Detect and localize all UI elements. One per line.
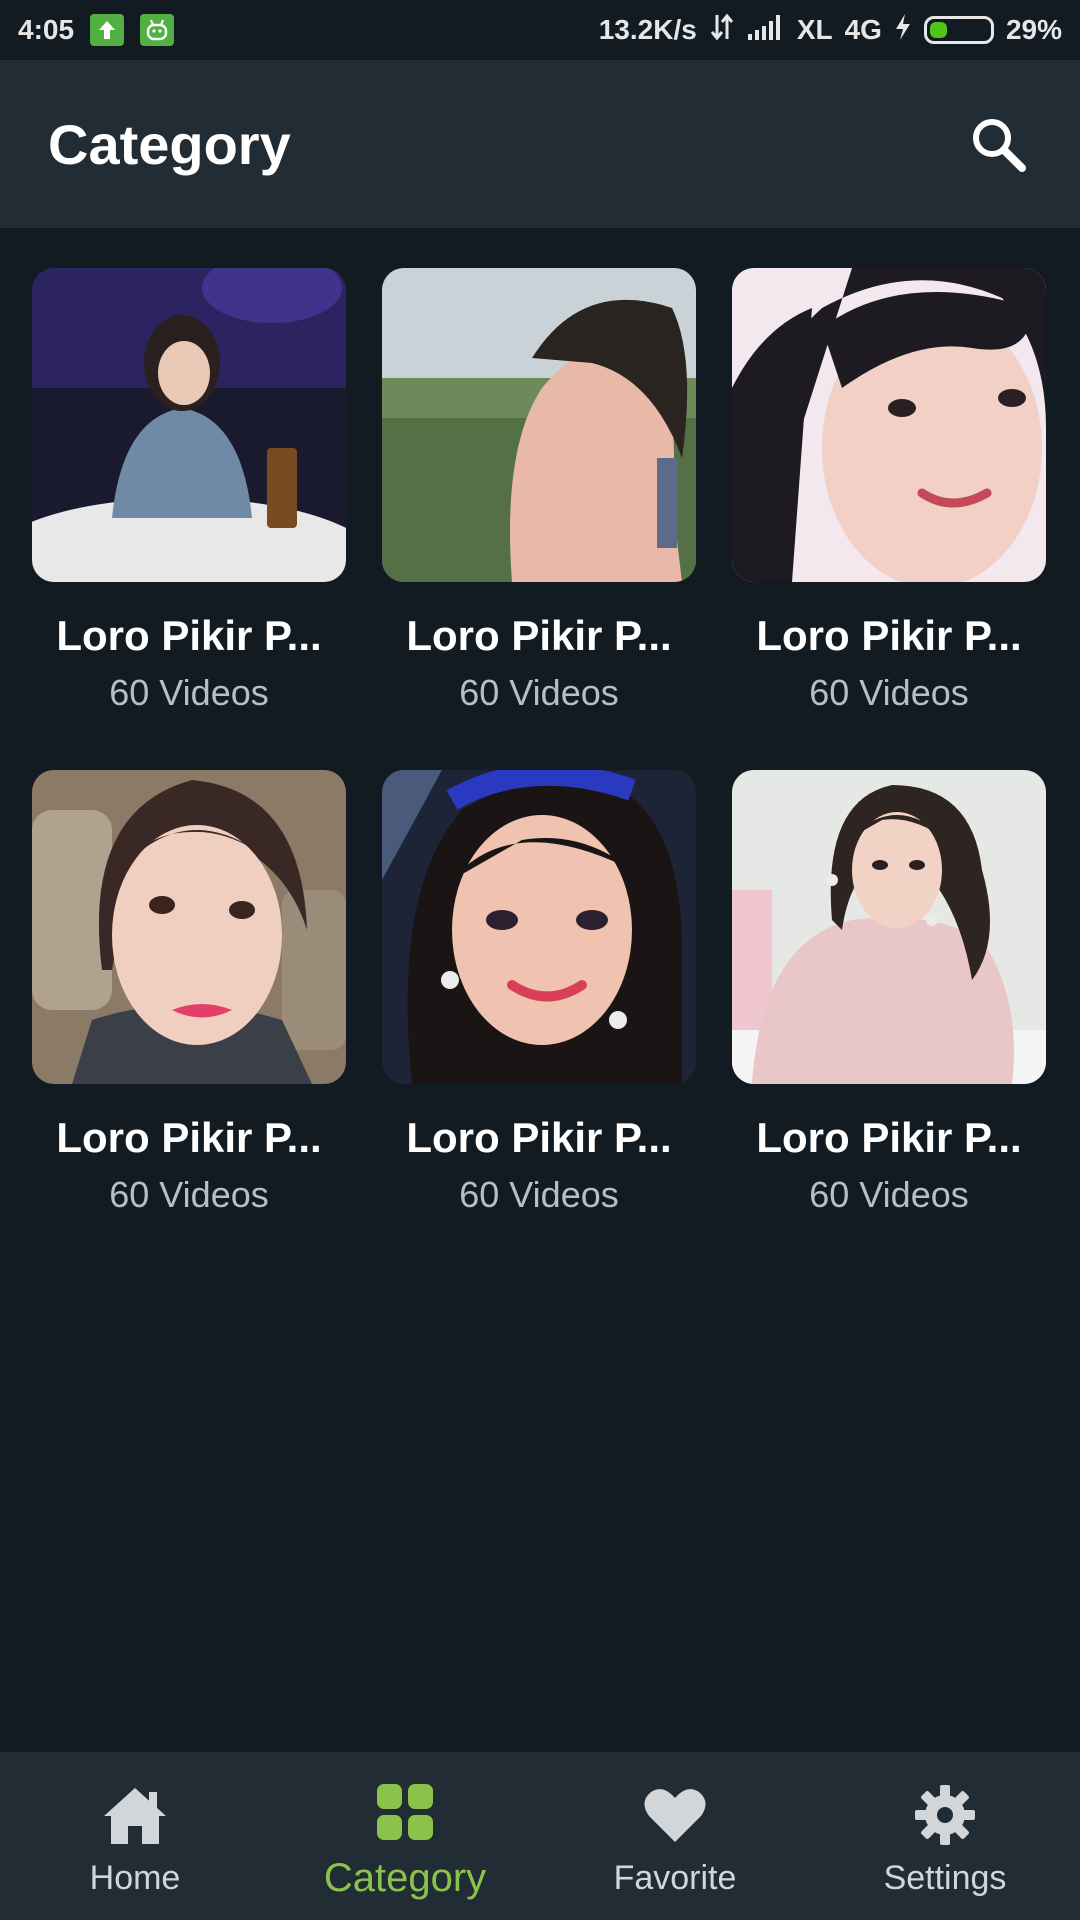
category-thumbnail[interactable] [382, 770, 696, 1084]
data-arrows-icon [709, 13, 735, 48]
battery-percent: 29% [1005, 14, 1062, 45]
category-title: Loro Pikir P... [756, 612, 1022, 659]
bottom-navigation: Home Category Favorite Settings [0, 1752, 1080, 1920]
battery-level [929, 22, 947, 38]
page-title: Category [48, 112, 291, 176]
category-title: Loro Pikir P... [56, 1114, 322, 1161]
android-icon [140, 14, 175, 46]
gear-icon [909, 1779, 981, 1851]
category-count: 60 Videos [809, 1174, 969, 1215]
category-title: Loro Pikir P... [56, 612, 322, 659]
status-bar: 4:05 13.2K/s XL 4G 29% [0, 0, 1080, 60]
category-thumbnail[interactable] [32, 268, 346, 582]
nav-home-label: Home [89, 1858, 181, 1897]
category-card[interactable]: Loro Pikir P... 60 Videos [32, 268, 346, 714]
nav-home[interactable]: Home [0, 1752, 270, 1920]
category-count: 60 Videos [109, 1174, 269, 1215]
battery-icon [923, 16, 994, 44]
category-count: 60 Videos [109, 672, 269, 713]
nav-favorite-label: Favorite [613, 1858, 737, 1897]
nav-settings-label: Settings [883, 1858, 1007, 1897]
category-card[interactable]: Loro Pikir P... 60 Videos [32, 770, 346, 1216]
category-title: Loro Pikir P... [756, 1114, 1022, 1161]
nav-favorite[interactable]: Favorite [540, 1752, 810, 1920]
category-grid: Loro Pikir P... 60 Videos Loro Pikir P..… [32, 268, 1048, 1216]
category-title: Loro Pikir P... [406, 1114, 672, 1161]
nav-category[interactable]: Category [270, 1752, 540, 1920]
grid-icon [369, 1776, 441, 1848]
upload-icon [90, 14, 125, 46]
category-title: Loro Pikir P... [406, 612, 672, 659]
category-card[interactable]: Loro Pikir P... 60 Videos [382, 770, 696, 1216]
category-card[interactable]: Loro Pikir P... 60 Videos [732, 770, 1046, 1216]
carrier-label: XL [796, 14, 833, 45]
category-thumbnail[interactable] [32, 770, 346, 1084]
app-bar: Category [0, 60, 1080, 228]
category-thumbnail[interactable] [732, 268, 1046, 582]
category-thumbnail[interactable] [732, 770, 1046, 1084]
category-count: 60 Videos [809, 672, 969, 713]
network-label: 4G [844, 14, 882, 45]
nav-category-label: Category [323, 1855, 487, 1900]
category-card[interactable]: Loro Pikir P... 60 Videos [732, 268, 1046, 714]
category-count: 60 Videos [459, 1174, 619, 1215]
home-icon [99, 1779, 171, 1851]
search-icon [973, 119, 1026, 172]
charging-icon [894, 13, 912, 48]
status-time: 4:05 [18, 14, 75, 45]
search-button[interactable] [958, 104, 1038, 184]
nav-settings[interactable]: Settings [810, 1752, 1080, 1920]
signal-icon [747, 14, 785, 47]
net-speed: 13.2K/s [598, 14, 697, 45]
category-card[interactable]: Loro Pikir P... 60 Videos [382, 268, 696, 714]
heart-icon [639, 1779, 711, 1851]
category-count: 60 Videos [459, 672, 619, 713]
category-thumbnail[interactable] [382, 268, 696, 582]
